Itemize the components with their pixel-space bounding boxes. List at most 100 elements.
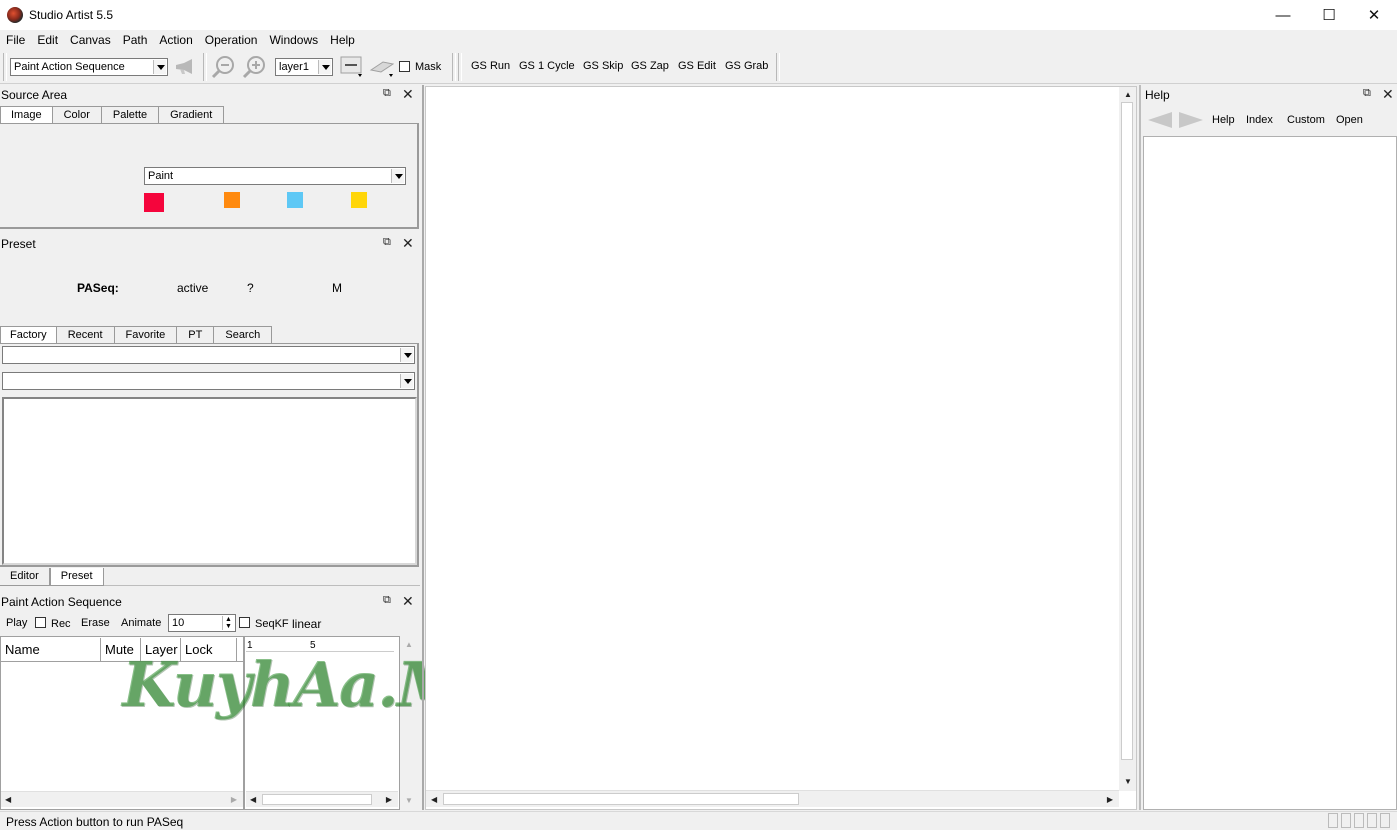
gs-skip-button[interactable]: GS Skip xyxy=(583,60,623,72)
rec-checkbox[interactable] xyxy=(35,617,46,628)
float-panel-icon[interactable]: ⧉ xyxy=(383,236,391,249)
canvas-hscrollbar[interactable]: ◀ ▶ xyxy=(426,790,1119,807)
float-panel-icon[interactable]: ⧉ xyxy=(1363,87,1371,100)
preset-subcategory-select[interactable] xyxy=(2,372,415,390)
float-panel-icon[interactable]: ⧉ xyxy=(383,594,391,607)
menu-edit[interactable]: Edit xyxy=(31,30,64,50)
tab-factory[interactable]: Factory xyxy=(0,326,57,344)
forward-arrow-icon[interactable] xyxy=(1177,111,1205,132)
layer-options-icon[interactable] xyxy=(340,56,364,81)
gs-grab-button[interactable]: GS Grab xyxy=(725,60,768,72)
scroll-left-arrow-icon[interactable]: ◀ xyxy=(5,795,11,804)
tab-pt[interactable]: PT xyxy=(177,326,215,344)
scroll-right-arrow-icon[interactable]: ▶ xyxy=(231,795,237,804)
scroll-thumb[interactable] xyxy=(443,793,799,805)
menu-action[interactable]: Action xyxy=(153,30,198,50)
preset-category-select[interactable] xyxy=(2,346,415,364)
megaphone-icon[interactable] xyxy=(174,58,198,79)
close-panel-icon[interactable]: ✕ xyxy=(402,593,414,610)
help-link[interactable]: Help xyxy=(1212,114,1235,126)
tab-editor[interactable]: Editor xyxy=(0,568,50,586)
interpolation-linear[interactable]: linear xyxy=(292,617,321,631)
column-mute[interactable]: Mute xyxy=(101,638,141,661)
scroll-left-arrow-icon[interactable]: ◀ xyxy=(431,795,437,804)
custom-link[interactable]: Custom xyxy=(1287,114,1325,126)
mode-select[interactable]: Paint Action Sequence xyxy=(10,58,168,76)
resize-grip-icon[interactable] xyxy=(1380,813,1390,828)
mask-checkbox[interactable] xyxy=(399,61,410,72)
menu-path[interactable]: Path xyxy=(117,30,154,50)
menu-file[interactable]: File xyxy=(0,30,31,50)
toolbar-grip xyxy=(3,53,7,81)
back-arrow-icon[interactable] xyxy=(1146,111,1174,132)
scroll-up-arrow-icon[interactable]: ▲ xyxy=(1124,90,1132,99)
preset-list[interactable] xyxy=(2,397,417,565)
toolbar-separator xyxy=(452,53,456,81)
paseq-table-hscrollbar[interactable]: ◀ ▶ xyxy=(1,791,243,807)
color-swatch-blue[interactable] xyxy=(287,192,303,208)
tab-gradient[interactable]: Gradient xyxy=(159,106,225,124)
scroll-right-arrow-icon[interactable]: ▶ xyxy=(1107,795,1113,804)
column-layer[interactable]: Layer xyxy=(141,638,181,661)
maximize-button[interactable]: ☐ xyxy=(1306,0,1352,30)
gs-run-button[interactable]: GS Run xyxy=(471,60,510,72)
open-link[interactable]: Open xyxy=(1336,114,1363,126)
timeline-hscrollbar[interactable]: ◀ ▶ xyxy=(246,791,398,807)
gs-edit-button[interactable]: GS Edit xyxy=(678,60,716,72)
scroll-left-arrow-icon[interactable]: ◀ xyxy=(250,795,256,804)
seqkf-label: SeqKF xyxy=(255,618,289,630)
help-question-button[interactable]: ? xyxy=(247,281,254,295)
menu-canvas[interactable]: Canvas xyxy=(64,30,117,50)
color-swatch-orange[interactable] xyxy=(224,192,240,208)
animate-frames-input[interactable]: 10 ▲ ▼ xyxy=(168,614,236,632)
scroll-down-arrow-icon[interactable]: ▼ xyxy=(405,796,413,805)
scroll-right-arrow-icon[interactable]: ▶ xyxy=(386,795,392,804)
minimize-button[interactable]: — xyxy=(1260,0,1306,30)
close-panel-icon[interactable]: ✕ xyxy=(402,86,414,103)
scroll-thumb[interactable] xyxy=(262,794,372,805)
column-lock[interactable]: Lock xyxy=(181,638,237,661)
tab-preset[interactable]: Preset xyxy=(49,568,104,586)
scroll-down-arrow-icon[interactable]: ▼ xyxy=(1124,777,1132,786)
gs-1-cycle-button[interactable]: GS 1 Cycle xyxy=(519,60,575,72)
tab-color[interactable]: Color xyxy=(52,106,102,124)
zoom-out-icon[interactable] xyxy=(211,55,237,82)
tab-palette[interactable]: Palette xyxy=(101,106,160,124)
animate-button[interactable]: Animate xyxy=(121,617,161,629)
zoom-in-icon[interactable] xyxy=(242,55,268,82)
layer-select[interactable]: layer1 xyxy=(275,58,333,76)
close-window-button[interactable]: ✕ xyxy=(1351,0,1397,30)
seqkf-checkbox[interactable] xyxy=(239,617,250,628)
erase-button[interactable]: Erase xyxy=(81,617,110,629)
menu-help[interactable]: Help xyxy=(324,30,361,50)
close-panel-icon[interactable]: ✕ xyxy=(402,235,414,252)
tab-recent[interactable]: Recent xyxy=(56,326,115,344)
source-area-tabs: Image Color Palette Gradient xyxy=(0,106,225,124)
column-name[interactable]: Name xyxy=(1,638,101,661)
spinner-arrows-icon[interactable]: ▲ ▼ xyxy=(222,616,234,630)
play-button[interactable]: Play xyxy=(6,617,27,629)
tab-favorite[interactable]: Favorite xyxy=(114,326,178,344)
tab-search[interactable]: Search xyxy=(214,326,273,344)
timeline-vscrollbar[interactable]: ▲ ▼ xyxy=(400,636,418,810)
help-content[interactable] xyxy=(1143,136,1397,810)
paint-select[interactable]: Paint xyxy=(144,167,406,185)
m-button[interactable]: M xyxy=(332,281,342,295)
paint-select-value: Paint xyxy=(148,170,174,182)
eraser-icon[interactable] xyxy=(369,56,397,81)
color-swatch-red[interactable] xyxy=(144,193,164,212)
canvas-vscrollbar[interactable]: ▲ ▼ xyxy=(1119,87,1136,791)
menu-operation[interactable]: Operation xyxy=(199,30,264,50)
menu-windows[interactable]: Windows xyxy=(263,30,324,50)
float-panel-icon[interactable]: ⧉ xyxy=(383,87,391,100)
close-panel-icon[interactable]: ✕ xyxy=(1382,86,1394,103)
color-swatch-yellow[interactable] xyxy=(351,192,367,208)
scroll-thumb[interactable] xyxy=(1121,102,1133,760)
animate-frames-value: 10 xyxy=(172,617,185,629)
gs-zap-button[interactable]: GS Zap xyxy=(631,60,669,72)
index-link[interactable]: Index xyxy=(1246,114,1273,126)
scroll-up-arrow-icon[interactable]: ▲ xyxy=(405,640,413,649)
tab-image[interactable]: Image xyxy=(0,106,53,124)
timeline-area[interactable] xyxy=(244,636,400,810)
canvas-area[interactable] xyxy=(425,86,1137,810)
